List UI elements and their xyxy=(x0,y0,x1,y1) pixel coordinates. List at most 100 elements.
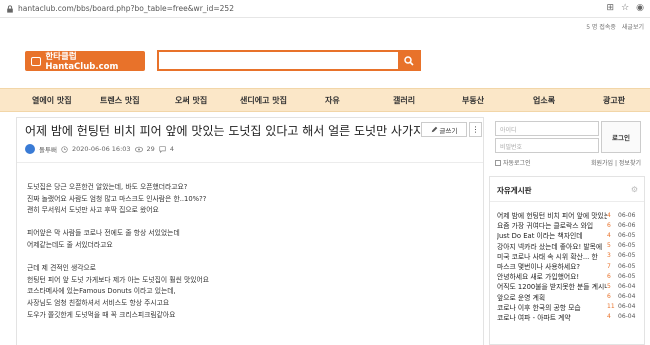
item-date: 06-05 xyxy=(618,262,636,270)
item-title[interactable]: 강아지 넥카라 샀는데 좋아요! 발목에 xyxy=(497,241,607,251)
star-icon[interactable]: ☆ xyxy=(621,4,629,13)
list-item[interactable]: 미국 코로나 사태 속 시위 확산... 한 3 06-05 xyxy=(497,251,643,261)
item-date: 06-04 xyxy=(618,293,636,301)
item-title[interactable]: 마스크 몇번이나 사용하세요? xyxy=(497,261,607,271)
login-box: 아이디 비밀번호 로그인 자동로그인 회원가입 | 정보찾기 xyxy=(495,121,645,169)
body-line: 근데 제 견적인 생각으로 xyxy=(27,264,97,273)
body-line: 괜히 무서워서 도넛만 사고 후딱 집으로 왔어요 xyxy=(27,206,159,215)
list-item[interactable]: 강아지 넥카라 샀는데 좋아요! 발목에 5 06-05 xyxy=(497,241,643,251)
gear-icon[interactable]: ⚙ xyxy=(631,185,638,194)
divider xyxy=(17,162,483,163)
nav-item-torrance[interactable]: 트렌스 맛집 xyxy=(100,95,140,106)
write-button-label: 글쓰기 xyxy=(439,126,458,135)
list-item[interactable]: 안녕하세요 새로 가입했어요! 6 06-05 xyxy=(497,271,643,282)
translate-icon[interactable]: ⊞ xyxy=(607,4,615,13)
item-date: 06-06 xyxy=(618,221,636,229)
board-title[interactable]: 자유게시판 xyxy=(497,185,532,196)
write-button[interactable]: 글쓰기 xyxy=(421,122,467,137)
auto-login-checkbox[interactable]: 자동로그인 xyxy=(495,158,531,167)
item-title[interactable]: Just Do Eat 이라는 책자인데 xyxy=(497,230,607,240)
nav-item-realestate[interactable]: 부동산 xyxy=(462,95,484,106)
item-count: 6 xyxy=(607,221,611,229)
nav-item-sandiego[interactable]: 샌디에고 맛집 xyxy=(240,95,287,106)
new-posts-link[interactable]: 새글보기 xyxy=(622,22,644,31)
post-comments: 4 xyxy=(169,145,174,153)
body-line: 어제같는데도 줄 서있더라고요 xyxy=(27,240,113,249)
item-date: 06-06 xyxy=(618,211,636,219)
pencil-icon xyxy=(431,126,437,133)
eye-icon xyxy=(134,146,143,152)
body-line: 사장님도 엄청 친절하셔서 서비스도 항상 주시고요 xyxy=(27,298,170,307)
post-views: 29 xyxy=(146,145,155,153)
search-input[interactable] xyxy=(159,52,398,69)
nav-item-la[interactable]: 열에이 맛집 xyxy=(32,95,72,106)
list-item[interactable]: 마스크 몇번이나 사용하세요? 7 06-05 xyxy=(497,261,643,272)
body-line: 코스타메사에 있는Famous Donuts 이라고 있는데, xyxy=(27,287,176,296)
item-title[interactable]: 요즘 가장 귀여다는 클로락스 와입 xyxy=(497,220,607,230)
logo-icon xyxy=(31,56,42,66)
more-options-button[interactable]: ⋮ xyxy=(469,122,482,137)
item-count: 5 xyxy=(607,282,611,290)
list-item[interactable]: Just Do Eat 이라는 책자인데 4 06-05 xyxy=(497,230,643,241)
url-text[interactable]: hantaclub.com/bbs/board.php?bo_table=fre… xyxy=(18,4,234,13)
item-count: 3 xyxy=(607,252,611,260)
item-date: 06-05 xyxy=(618,242,636,250)
item-count: 11 xyxy=(607,303,615,311)
password-field[interactable]: 비밀번호 xyxy=(495,138,599,153)
auto-login-label: 자동로그인 xyxy=(503,160,531,167)
item-title[interactable]: 코로나 이후 한국의 공항 모습 xyxy=(497,302,607,312)
search-button[interactable] xyxy=(398,52,419,69)
post-datetime: 2020-06-06 16:03 xyxy=(71,145,131,153)
item-count: 6 xyxy=(607,293,611,301)
list-item[interactable]: 코로나 여파 - 아파트 계약 4 06-04 xyxy=(497,312,643,322)
post-body: 도넛집은 당근 오픈한건 알았는데, 바도 오픈했더라고요? 진짜 놀랬어요 사… xyxy=(27,182,467,321)
divider xyxy=(490,201,644,202)
top-links: 5 명 접속중 새글보기 xyxy=(586,22,644,31)
list-item[interactable]: 어제 밤에 헌팅턴 비치 피어 앞에 맛있는 4 06-06 xyxy=(497,210,643,221)
post-meta: 돌투뻐 2020-06-06 16:03 29 4 xyxy=(25,144,174,154)
profile-icon[interactable]: ◉ xyxy=(636,4,644,13)
main-nav: 열에이 맛집 트렌스 맛집 오써 맛집 샌디에고 맛집 자유 갤러리 부동산 업… xyxy=(0,88,650,112)
checkbox[interactable] xyxy=(495,159,501,166)
nav-item-directory[interactable]: 업소록 xyxy=(533,95,555,106)
item-date: 06-04 xyxy=(618,313,636,321)
avatar[interactable] xyxy=(25,144,35,154)
item-title[interactable]: 어제 밤에 헌팅턴 비치 피어 앞에 맛있는 xyxy=(497,210,607,220)
nav-item-ads[interactable]: 광고판 xyxy=(603,95,625,106)
list-item[interactable]: 요즘 가장 귀여다는 클로락스 와입 6 06-06 xyxy=(497,220,643,231)
list-item[interactable]: 어직도 1200불을 받지못한 분들 계시나 5 06-04 xyxy=(497,281,643,292)
item-count: 7 xyxy=(607,262,611,270)
online-count: 5 명 접속중 xyxy=(586,24,616,31)
nav-item-free[interactable]: 자유 xyxy=(325,95,340,106)
post-title: 어제 밤에 헌팅턴 비치 피어 앞에 맛있는 도넛집 있다고 해서 얼른 도넛만… xyxy=(25,124,425,138)
item-title[interactable]: 안녕하세요 새로 가입했어요! xyxy=(497,271,607,281)
item-title[interactable]: 어직도 1200불을 받지못한 분들 계시나 xyxy=(497,281,607,291)
body-line: 진짜 놀랬어요 사람도 엄청 많고 마스크도 인사람은 한..10%?? xyxy=(27,194,207,203)
item-count: 4 xyxy=(607,211,611,219)
login-links[interactable]: 회원가입 | 정보찾기 xyxy=(591,158,641,167)
list-item[interactable]: 코로나 이후 한국의 공항 모습 11 06-04 xyxy=(497,302,643,312)
item-date: 06-05 xyxy=(618,252,636,260)
browser-address-bar[interactable]: hantaclub.com/bbs/board.php?bo_table=fre… xyxy=(0,0,650,18)
item-date: 06-04 xyxy=(618,282,636,290)
site-logo[interactable]: 한타클럽 HantaClub.com xyxy=(25,51,145,72)
logo-text: 한타클럽 HantaClub.com xyxy=(45,52,119,72)
item-count: 6 xyxy=(607,272,611,280)
free-board-widget: 자유게시판 ⚙ 어제 밤에 헌팅턴 비치 피어 앞에 맛있는 4 06-06 요즘 … xyxy=(489,176,645,345)
item-date: 06-05 xyxy=(618,272,636,280)
item-title[interactable]: 코로나 여파 - 아파트 계약 xyxy=(497,312,607,322)
search-bar xyxy=(157,50,421,71)
comment-icon xyxy=(159,145,166,153)
post-author[interactable]: 돌투뻐 xyxy=(39,144,57,154)
list-item[interactable]: 앞으로 운영 계획 6 06-04 xyxy=(497,292,643,302)
body-line: 도우가 쫄깃한게 도넛먹을 때 꼭 크리스피크림같아요 xyxy=(27,310,176,319)
login-button[interactable]: 로그인 xyxy=(601,121,641,153)
lock-icon xyxy=(7,4,13,13)
board-list: 어제 밤에 헌팅턴 비치 피어 앞에 맛있는 4 06-06 요즘 가장 귀여다는 … xyxy=(497,210,643,322)
item-title[interactable]: 앞으로 운영 계획 xyxy=(497,292,607,302)
nav-item-oc[interactable]: 오써 맛집 xyxy=(175,95,207,106)
nav-item-gallery[interactable]: 갤러리 xyxy=(393,95,415,106)
id-field[interactable]: 아이디 xyxy=(495,121,599,136)
item-title[interactable]: 미국 코로나 사태 속 시위 확산... 한 xyxy=(497,251,607,261)
body-line: 도넛집은 당근 오픈한건 알았는데, 바도 오픈했더라고요? xyxy=(27,183,188,191)
